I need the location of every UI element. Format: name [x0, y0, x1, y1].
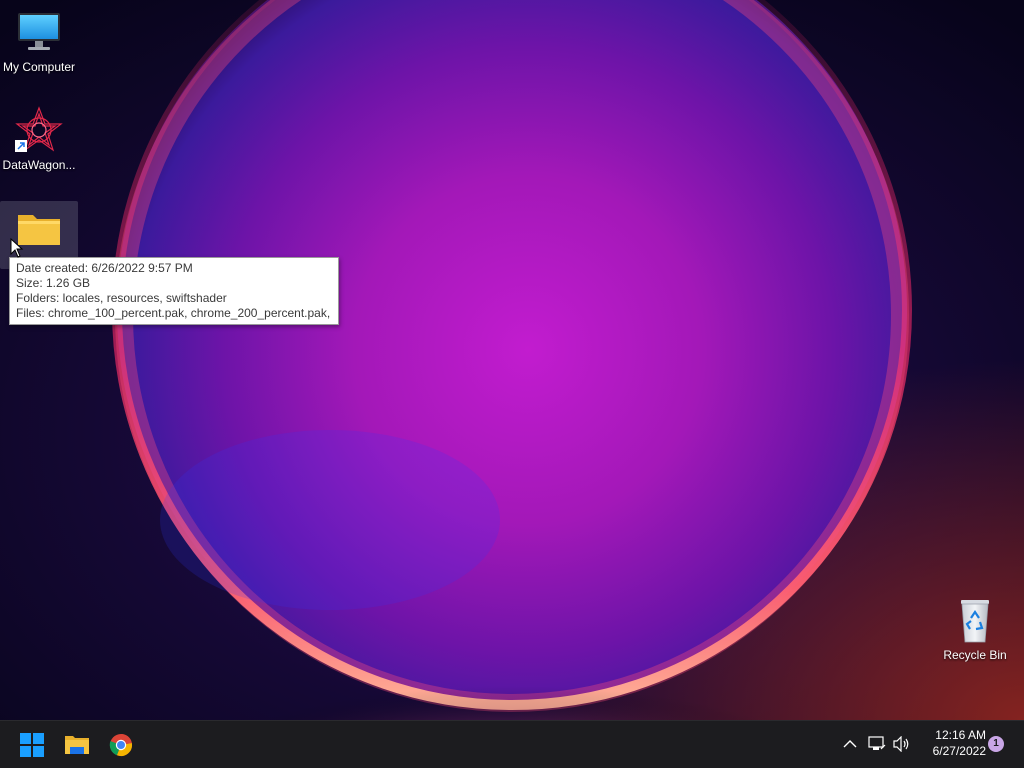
folder-info-tooltip: Date created: 6/26/2022 9:57 PM Size: 1.…	[9, 257, 339, 325]
datawagon-shortcut-icon	[15, 106, 63, 152]
network-icon	[868, 736, 886, 750]
tooltip-date-created: Date created: 6/26/2022 9:57 PM	[16, 261, 193, 275]
clock-time: 12:16 AM	[935, 728, 986, 742]
folder-icon	[65, 736, 89, 754]
desktop-icon-recycle-bin[interactable]: Recycle Bin	[936, 596, 1014, 662]
desktop-icon-my-computer[interactable]: My Computer	[0, 8, 78, 74]
desktop-icon-label: DataWagon...	[2, 158, 76, 172]
mouse-cursor-icon	[10, 238, 24, 258]
network-status-button[interactable]	[867, 733, 887, 755]
desktop[interactable]: My Computer DataWagon... Recycle Bin Dat…	[0, 0, 1024, 720]
clock-date: 6/27/2022	[932, 744, 986, 758]
taskbar-chrome-button[interactable]	[103, 727, 139, 763]
start-button[interactable]	[14, 727, 50, 763]
taskbar: 12:16 AM 6/27/2022	[0, 720, 1024, 768]
taskbar-file-explorer-button[interactable]	[59, 727, 95, 763]
monitor-icon	[18, 13, 60, 50]
recycle-bin-icon	[961, 600, 989, 643]
clock-button[interactable]: 12:16 AM 6/27/2022	[918, 727, 986, 759]
volume-button[interactable]	[892, 733, 912, 755]
show-hidden-icons-button[interactable]	[840, 733, 860, 755]
tooltip-folders: Folders: locales, resources, swiftshader	[16, 291, 227, 305]
desktop-icon-label: Recycle Bin	[943, 648, 1007, 662]
chevron-up-icon	[843, 740, 857, 748]
wallpaper-bloom	[0, 0, 1024, 720]
desktop-icon-label: My Computer	[2, 60, 76, 74]
volume-icon	[893, 736, 909, 752]
windows-logo-icon	[20, 733, 44, 757]
notification-badge[interactable]: 1	[988, 736, 1004, 752]
chrome-icon	[109, 734, 132, 757]
tooltip-files: Files: chrome_100_percent.pak, chrome_20…	[16, 306, 332, 320]
tooltip-size: Size: 1.26 GB	[16, 276, 91, 290]
desktop-icon-datawagon[interactable]: DataWagon...	[0, 106, 78, 172]
